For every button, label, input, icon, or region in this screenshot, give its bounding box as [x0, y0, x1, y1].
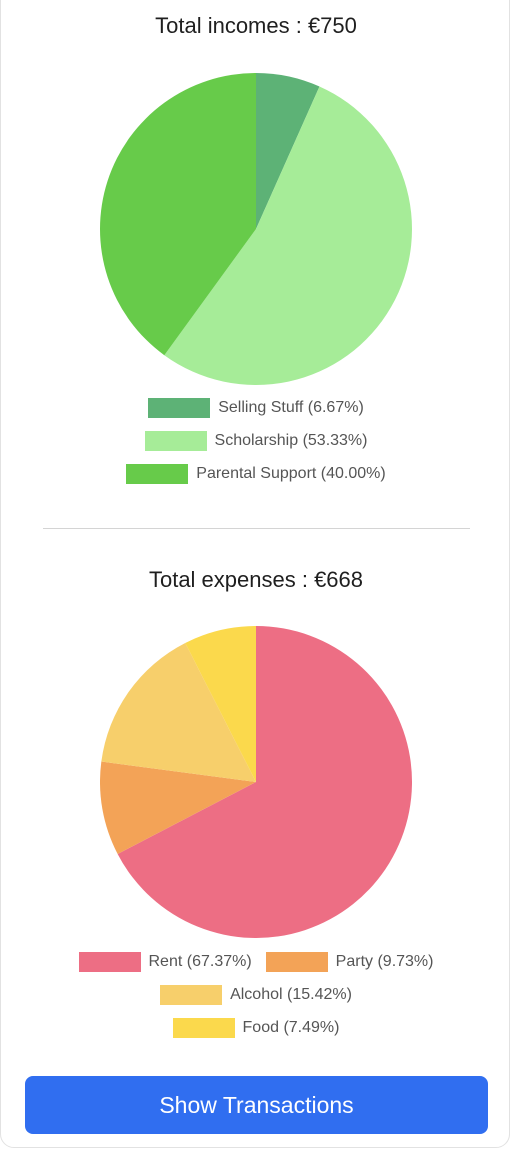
- legend-item-rent[interactable]: Rent (67.37%): [78, 952, 252, 972]
- legend-swatch-alcohol: [160, 985, 223, 1005]
- expenses-legend-row-2: Alcohol (15.42%): [0, 984, 512, 1006]
- expenses-legend-row-1: Rent (67.37%) Party (9.73%): [0, 951, 512, 973]
- legend-item-party[interactable]: Party (9.73%): [265, 952, 434, 972]
- incomes-chart-title: Total incomes : €750: [155, 13, 357, 38]
- legend-label-alcohol: Alcohol (15.42%): [230, 986, 352, 1003]
- legend-swatch-selling-stuff: [148, 398, 211, 418]
- legend-swatch-rent: [78, 952, 141, 972]
- incomes-legend-row-3: Parental Support (40.00%): [0, 463, 512, 485]
- legend-item-parental-support[interactable]: Parental Support (40.00%): [126, 464, 386, 484]
- expenses-pie-chart: [100, 626, 412, 938]
- incomes-pie-chart: [100, 73, 412, 385]
- legend-item-selling-stuff[interactable]: Selling Stuff (6.67%): [148, 398, 364, 418]
- incomes-pie-svg: [100, 73, 412, 385]
- legend-swatch-parental-support: [126, 464, 189, 484]
- legend-swatch-party: [265, 952, 328, 972]
- show-transactions-button[interactable]: Show Transactions: [25, 1076, 488, 1134]
- legend-label-food: Food (7.49%): [242, 1019, 340, 1036]
- expenses-legend-row-3: Food (7.49%): [0, 1017, 512, 1039]
- legend-label-parental-support: Parental Support (40.00%): [196, 465, 386, 482]
- incomes-legend-row-1: Selling Stuff (6.67%): [0, 397, 512, 419]
- legend-swatch-food: [172, 1018, 235, 1038]
- section-divider: [43, 528, 470, 529]
- legend-item-scholarship[interactable]: Scholarship (53.33%): [144, 431, 368, 451]
- legend-item-alcohol[interactable]: Alcohol (15.42%): [160, 985, 352, 1005]
- expenses-pie-svg: [100, 626, 412, 938]
- expenses-chart-title: Total expenses : €668: [148, 567, 364, 592]
- incomes-legend-row-2: Scholarship (53.33%): [0, 430, 512, 452]
- legend-label-scholarship: Scholarship (53.33%): [214, 432, 368, 449]
- legend-item-food[interactable]: Food (7.49%): [172, 1018, 340, 1038]
- legend-swatch-scholarship: [144, 431, 207, 451]
- legend-label-party: Party (9.73%): [335, 953, 434, 970]
- legend-label-selling-stuff: Selling Stuff (6.67%): [218, 399, 364, 416]
- legend-label-rent: Rent (67.37%): [148, 953, 252, 970]
